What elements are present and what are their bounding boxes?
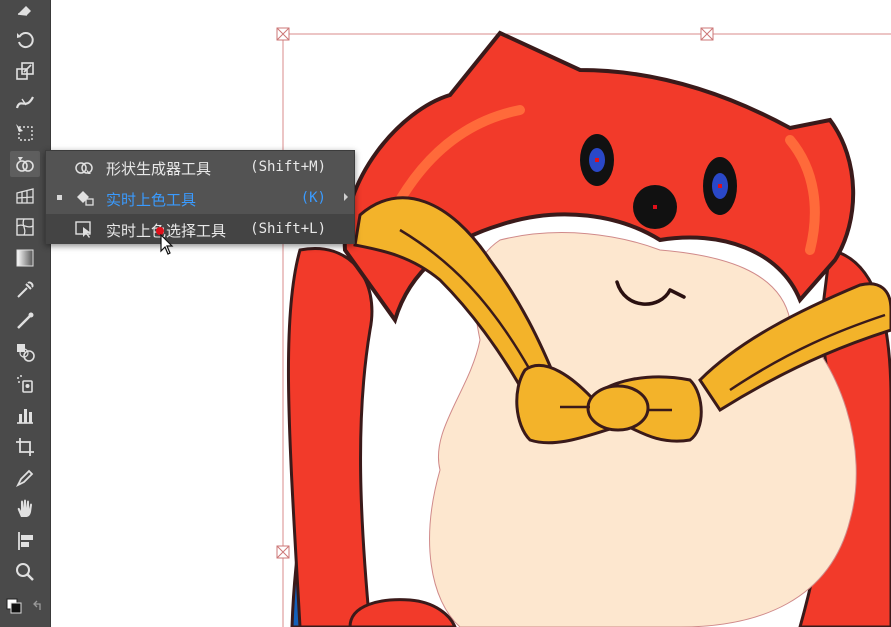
shape-builder-flyout: 形状生成器工具 (Shift+M) 实时上色工具 (K) 实时上色选择工具 (S… bbox=[45, 150, 355, 244]
eraser-tool[interactable] bbox=[10, 0, 40, 22]
measure-icon bbox=[17, 312, 34, 329]
mesh-tool[interactable] bbox=[10, 214, 40, 240]
rotate-tool[interactable] bbox=[10, 26, 40, 52]
flyout-item-shortcut: (K) bbox=[300, 190, 326, 206]
blend-tool[interactable] bbox=[10, 339, 40, 365]
eyedropper-tool[interactable] bbox=[10, 277, 40, 303]
print-tiling-icon bbox=[18, 532, 33, 550]
shape-builder-icon bbox=[16, 157, 34, 172]
rotate-icon bbox=[17, 32, 34, 49]
flyout-item-live-paint-selection[interactable]: 实时上色选择工具 (Shift+L) bbox=[46, 214, 354, 244]
width-icon bbox=[15, 96, 34, 109]
artboard-tool[interactable] bbox=[10, 434, 40, 460]
flyout-item-label: 形状生成器工具 bbox=[106, 160, 212, 178]
selection-handle-ml bbox=[276, 545, 290, 559]
flyout-item-shortcut: (Shift+M) bbox=[250, 159, 326, 175]
flyout-item-shape-builder[interactable]: 形状生成器工具 (Shift+M) bbox=[46, 152, 354, 182]
fill-stroke-swatch[interactable] bbox=[4, 594, 48, 620]
symbol-sprayer-icon bbox=[17, 375, 33, 393]
slice-tool[interactable] bbox=[10, 465, 40, 491]
selection-handle-tm bbox=[700, 27, 714, 41]
shape-builder-icon bbox=[75, 162, 93, 174]
gradient-icon bbox=[16, 249, 34, 267]
zoom-icon bbox=[16, 563, 34, 581]
artboard-icon bbox=[16, 438, 34, 456]
eyedropper-icon bbox=[17, 281, 34, 298]
free-transform-tool[interactable] bbox=[10, 120, 40, 146]
hand-icon bbox=[17, 499, 32, 517]
flyout-item-shortcut: (Shift+L) bbox=[250, 221, 326, 237]
tools-panel bbox=[0, 0, 51, 627]
fill-stroke-icon bbox=[6, 598, 41, 614]
blend-icon bbox=[17, 344, 35, 362]
submenu-arrow-icon bbox=[344, 193, 348, 201]
zoom-tool[interactable] bbox=[10, 559, 40, 585]
eraser-icon bbox=[17, 6, 31, 16]
flyout-item-live-paint-bucket[interactable]: 实时上色工具 (K) bbox=[46, 183, 354, 213]
shape-builder-tool[interactable] bbox=[10, 151, 40, 177]
flyout-item-label: 实时上色工具 bbox=[106, 191, 197, 209]
selection-handle-tl bbox=[276, 27, 290, 41]
mouse-cursor-icon bbox=[160, 234, 174, 255]
measure-tool[interactable] bbox=[10, 308, 40, 334]
fox-artwork bbox=[276, 27, 891, 627]
live-paint-bucket-icon bbox=[77, 191, 94, 206]
artboard-canvas[interactable] bbox=[51, 0, 891, 627]
scale-icon bbox=[16, 62, 34, 80]
selected-bullet bbox=[57, 195, 62, 200]
left-arm bbox=[286, 247, 374, 627]
gradient-tool[interactable] bbox=[10, 245, 40, 271]
perspective-grid-icon bbox=[16, 188, 34, 204]
mesh-icon bbox=[16, 218, 34, 236]
print-tiling-tool[interactable] bbox=[10, 528, 40, 554]
perspective-grid-tool[interactable] bbox=[10, 183, 40, 209]
hand-tool[interactable] bbox=[10, 496, 40, 522]
scale-tool[interactable] bbox=[10, 58, 40, 84]
live-paint-selection-icon bbox=[75, 221, 91, 238]
symbol-sprayer-tool[interactable] bbox=[10, 371, 40, 397]
column-graph-icon bbox=[17, 409, 33, 424]
column-graph-tool[interactable] bbox=[10, 402, 40, 428]
slice-icon bbox=[15, 469, 34, 488]
width-tool[interactable] bbox=[10, 89, 40, 115]
free-transform-icon bbox=[16, 124, 33, 141]
